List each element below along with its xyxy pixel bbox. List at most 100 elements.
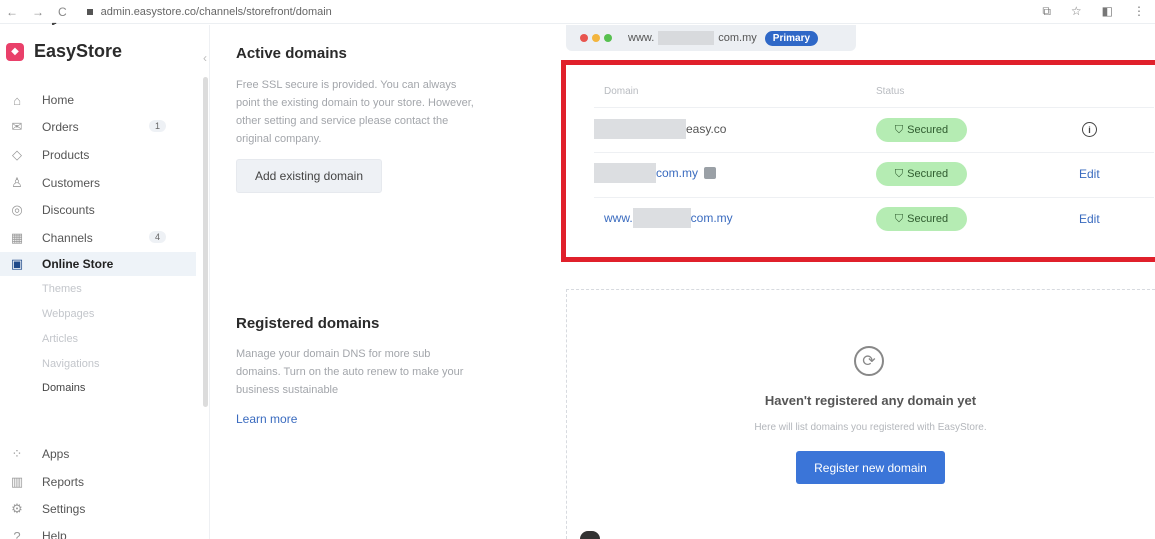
status-badge: ⛉ Secured [876, 118, 967, 142]
sidebar-item-label: Help [42, 529, 67, 539]
edit-domain-link[interactable]: Edit [1079, 167, 1100, 181]
column-header-status: Status [876, 86, 905, 97]
sidebar-subitem-navigations[interactable]: Navigations [42, 358, 99, 370]
sidebar-item-online-store[interactable]: ▣ Online Store [0, 252, 196, 276]
shield-check-icon: ⛉ [894, 167, 904, 180]
home-icon: ⌂ [13, 92, 21, 108]
window-dot-yellow-icon [592, 34, 600, 42]
table-row-domain: easy.co [594, 119, 726, 139]
sidebar-subitem-domains[interactable]: Domains [42, 382, 85, 394]
learn-more-link[interactable]: Learn more [236, 412, 297, 426]
sidebar-item-label: Home [42, 93, 75, 107]
brand-name: EasyStore [34, 41, 123, 61]
empty-state-title: Haven't registered any domain yet [764, 393, 977, 408]
sidebar-item-settings[interactable]: ⚙ Settings [0, 497, 196, 521]
sidebar-item-label: Channels [42, 231, 93, 245]
preview-www: www. [628, 32, 655, 44]
sidebar-subitem-themes[interactable]: Themes [42, 283, 82, 295]
sidebar-item-label: Customers [42, 176, 101, 190]
sidepanel-icon[interactable]: ◧ [1102, 4, 1113, 19]
registered-domains-title: Registered domains [236, 315, 380, 332]
edit-domain-link[interactable]: Edit [1079, 212, 1100, 226]
sidebar-item-customers[interactable]: ♙ Customers [0, 171, 196, 195]
browser-actions: ⧉ ☆ ◧ ⋮ [1042, 4, 1145, 19]
info-icon[interactable]: i [1082, 122, 1097, 137]
user-icon: ♙ [11, 175, 23, 190]
window-dot-red-icon [580, 34, 588, 42]
window-dot-green-icon [604, 34, 612, 42]
registered-domains-description: Manage your domain DNS for more sub doma… [236, 348, 464, 396]
active-domains-table: Domain Status easy.co ⛉ Secured i com.my… [561, 60, 1155, 262]
sidebar-item-reports[interactable]: ▥ Reports [0, 470, 196, 494]
sidebar-subitem-articles[interactable]: Articles [42, 333, 78, 345]
add-existing-domain-button[interactable]: Add existing domain [236, 159, 382, 193]
status-badge: ⛉ Secured [876, 207, 967, 231]
shield-check-icon: ⛉ [894, 212, 904, 225]
status-badge: ⛉ Secured [876, 162, 967, 186]
online-store-icon: ▣ [10, 256, 24, 271]
empty-state-description: Here will list domains you registered wi… [754, 422, 987, 433]
chevron-left-icon[interactable]: ‹ [203, 51, 207, 65]
sidebar-scrollbar[interactable] [203, 77, 208, 407]
discount-icon: ◎ [11, 202, 23, 217]
share-icon[interactable]: ⧉ [1042, 4, 1051, 19]
channels-count-badge: 4 [148, 231, 166, 243]
sidebar-item-discounts[interactable]: ◎ Discounts [0, 198, 196, 222]
reload-icon[interactable]: C [58, 5, 67, 19]
column-header-domain: Domain [604, 86, 639, 97]
sidebar-item-label: Apps [42, 447, 70, 461]
globe-icon: ⟳ [854, 346, 884, 376]
table-row-domain[interactable]: com.my [594, 163, 716, 183]
sidebar-subitem-webpages[interactable]: Webpages [42, 308, 94, 320]
help-icon: ? [13, 528, 21, 539]
redacted-domain [594, 119, 686, 139]
active-domains-title: Active domains [236, 45, 347, 62]
primary-domain-preview: www. com.my Primary [566, 25, 856, 51]
sidebar: ◆ EasyStore ‹ ⌂ Home ✉ Orders 1 ◇ Produc… [0, 25, 210, 539]
sidebar-item-label: Discounts [42, 203, 95, 217]
sidebar-item-label: Products [42, 148, 90, 162]
menu-icon[interactable]: ⋮ [1133, 4, 1145, 19]
gear-icon: ⚙ [11, 501, 23, 516]
primary-badge: Primary [764, 30, 819, 46]
bookmark-star-icon[interactable]: ☆ [1071, 4, 1082, 19]
sidebar-item-products[interactable]: ◇ Products [0, 143, 196, 167]
back-icon[interactable]: ← [6, 5, 18, 19]
sidebar-item-help[interactable]: ? Help [0, 524, 196, 539]
status-text: Secured [907, 168, 949, 180]
url-text: admin.easystore.co/channels/storefront/d… [100, 5, 332, 18]
sidebar-item-label: Online Store [42, 257, 114, 271]
sidebar-item-channels[interactable]: ▦ Channels 4 [0, 226, 196, 250]
domain-suffix: easy.co [686, 122, 727, 136]
row-divider [594, 152, 1154, 153]
preview-suffix: com.my [718, 32, 757, 44]
sidebar-item-apps[interactable]: ⁘ Apps [0, 442, 196, 466]
chat-widget-icon[interactable] [580, 531, 600, 539]
copy-icon[interactable] [704, 167, 716, 179]
domain-prefix: www. [604, 211, 633, 225]
register-new-domain-button[interactable]: Register new domain [796, 451, 945, 484]
shield-check-icon: ⛉ [894, 123, 904, 136]
apps-icon: ⁘ [11, 446, 23, 461]
redacted-domain [658, 31, 715, 45]
lock-icon [86, 8, 93, 15]
row-divider [594, 107, 1154, 108]
orders-icon: ✉ [11, 119, 23, 134]
sidebar-item-orders[interactable]: ✉ Orders 1 [0, 115, 196, 139]
status-text: Secured [907, 213, 949, 225]
reports-icon: ▥ [10, 474, 24, 489]
sidebar-item-label: Orders [42, 120, 79, 134]
brand[interactable]: ◆ EasyStore [6, 41, 122, 62]
orders-count-badge: 1 [148, 120, 166, 132]
table-row-domain[interactable]: www. com.my [594, 208, 733, 228]
domain-suffix: com.my [690, 211, 733, 225]
redacted-domain [632, 208, 691, 228]
status-text: Secured [907, 124, 949, 136]
registered-domains-empty-state: ⟳ Haven't registered any domain yet Here… [566, 289, 1155, 539]
address-bar[interactable]: admin.easystore.co/channels/storefront/d… [86, 5, 332, 18]
sidebar-item-home[interactable]: ⌂ Home [0, 88, 196, 112]
forward-icon[interactable]: → [32, 5, 44, 19]
row-divider [594, 197, 1154, 198]
tag-icon: ◇ [12, 147, 22, 162]
active-domains-description: Free SSL secure is provided. You can alw… [236, 79, 474, 145]
